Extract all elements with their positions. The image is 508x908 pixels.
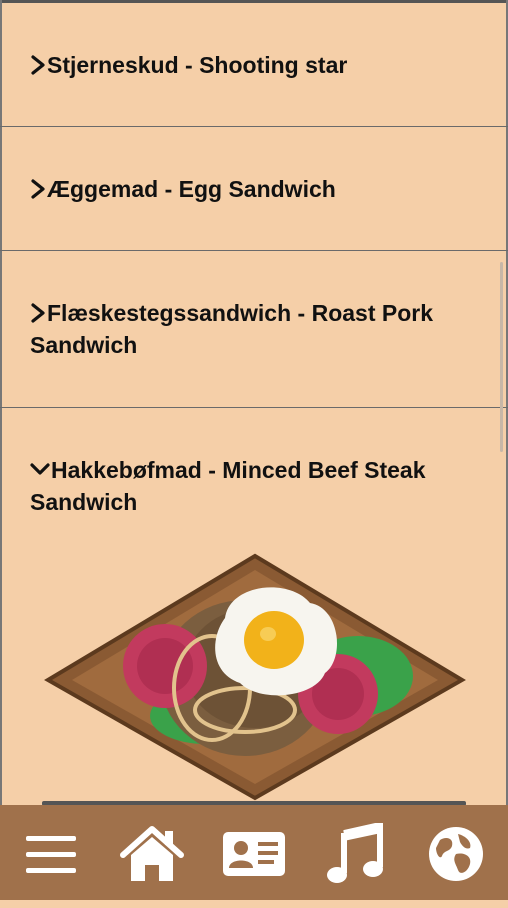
chevron-down-icon <box>30 463 50 475</box>
nav-contact-button[interactable] <box>219 819 289 889</box>
home-icon <box>120 826 184 881</box>
menu-item-label: Stjerneskud - Shooting star <box>47 52 348 78</box>
chevron-right-icon <box>31 303 45 323</box>
nav-language-button[interactable] <box>421 819 491 889</box>
scrollbar-thumb[interactable] <box>500 262 503 452</box>
bottom-nav-bar <box>0 805 508 900</box>
sandwich-illustration <box>44 553 466 801</box>
menu-item-roast-pork-sandwich[interactable]: Flæskestegssandwich - Roast Pork Sandwic… <box>0 251 508 408</box>
contact-card-icon <box>223 832 285 876</box>
chevron-right-icon <box>31 55 45 75</box>
menu-item-label: Hakkebøfmad - Minced Beef Steak Sandwich <box>30 457 426 515</box>
menu-item-shooting-star[interactable]: Stjerneskud - Shooting star <box>0 3 508 127</box>
menu-item-egg-sandwich[interactable]: Æggemad - Egg Sandwich <box>0 127 508 251</box>
chevron-right-icon <box>31 179 45 199</box>
nav-home-button[interactable] <box>117 819 187 889</box>
nav-menu-button[interactable] <box>16 819 86 889</box>
music-icon <box>327 823 383 883</box>
menu-item-label: Æggemad - Egg Sandwich <box>47 176 336 202</box>
globe-icon <box>429 827 483 881</box>
menu-item-label: Flæskestegssandwich - Roast Pork Sandwic… <box>30 300 434 358</box>
menu-icon <box>26 836 76 873</box>
nav-music-button[interactable] <box>320 819 390 889</box>
